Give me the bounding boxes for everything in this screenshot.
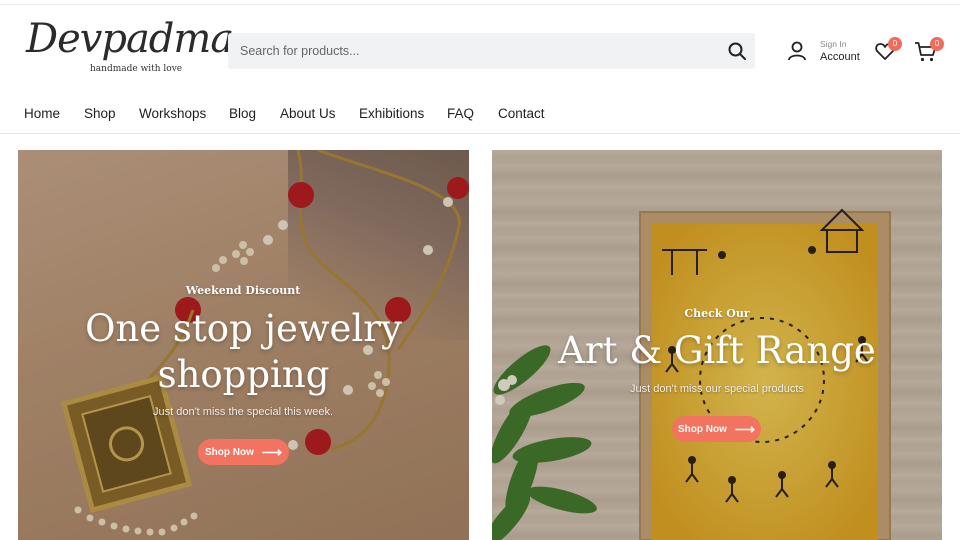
banner-title-line1: One stop jewelry xyxy=(85,307,402,350)
nav-item-contact[interactable]: Contact xyxy=(498,106,545,121)
arrow-right-icon: ⟶ xyxy=(261,444,282,460)
cart-button[interactable]: 0 xyxy=(914,37,946,64)
brand-tagline: handmade with love xyxy=(90,64,183,74)
banner-pretitle: Weekend Discount xyxy=(185,284,301,297)
account-label: Account xyxy=(820,51,860,63)
shop-now-label: Shop Now xyxy=(205,446,254,458)
search-icon[interactable] xyxy=(727,41,747,61)
main-nav: Home Shop Workshops Blog About Us Exhibi… xyxy=(0,96,960,134)
wishlist-button[interactable]: 0 xyxy=(874,37,904,64)
art-banner[interactable]: Check Our Art & Gift Range Just don't mi… xyxy=(492,150,942,540)
brand-name: Devpadma xyxy=(26,16,234,62)
search-bar xyxy=(228,33,755,69)
arrow-right-icon: ⟶ xyxy=(734,421,755,437)
shop-now-button[interactable]: Shop Now ⟶ xyxy=(198,439,289,465)
banner-title-line2: shopping xyxy=(157,353,330,396)
nav-item-faq[interactable]: FAQ xyxy=(447,106,474,121)
nav-item-blog[interactable]: Blog xyxy=(229,106,256,121)
wishlist-count-badge: 0 xyxy=(888,37,902,51)
nav-item-workshops[interactable]: Workshops xyxy=(139,106,206,121)
sign-in-label: Sign In xyxy=(820,39,847,49)
account-link[interactable]: Sign In Account xyxy=(786,38,866,66)
nav-item-shop[interactable]: Shop xyxy=(84,106,116,121)
banner-pretitle: Check Our xyxy=(684,307,750,320)
shop-now-label: Shop Now xyxy=(678,423,727,435)
nav-item-about-us[interactable]: About Us xyxy=(280,106,336,121)
nav-item-exhibitions[interactable]: Exhibitions xyxy=(359,106,424,121)
banner-subtitle: Just don't miss the special this week. xyxy=(152,406,333,418)
cart-count-badge: 0 xyxy=(930,37,944,51)
top-strip xyxy=(0,0,960,5)
nav-item-home[interactable]: Home xyxy=(24,106,60,121)
banner-subtitle: Just don't miss our special products xyxy=(630,383,804,395)
banner-title: One stop jewelry shopping xyxy=(38,306,449,398)
banner-title: Art & Gift Range xyxy=(558,329,876,372)
jewelry-banner[interactable]: Weekend Discount One stop jewelry shoppi… xyxy=(18,150,469,540)
user-icon xyxy=(788,41,806,61)
shop-now-button[interactable]: Shop Now ⟶ xyxy=(672,416,761,442)
brand-logo[interactable]: Devpadma handmade with love xyxy=(22,14,234,80)
search-input[interactable] xyxy=(228,33,718,69)
